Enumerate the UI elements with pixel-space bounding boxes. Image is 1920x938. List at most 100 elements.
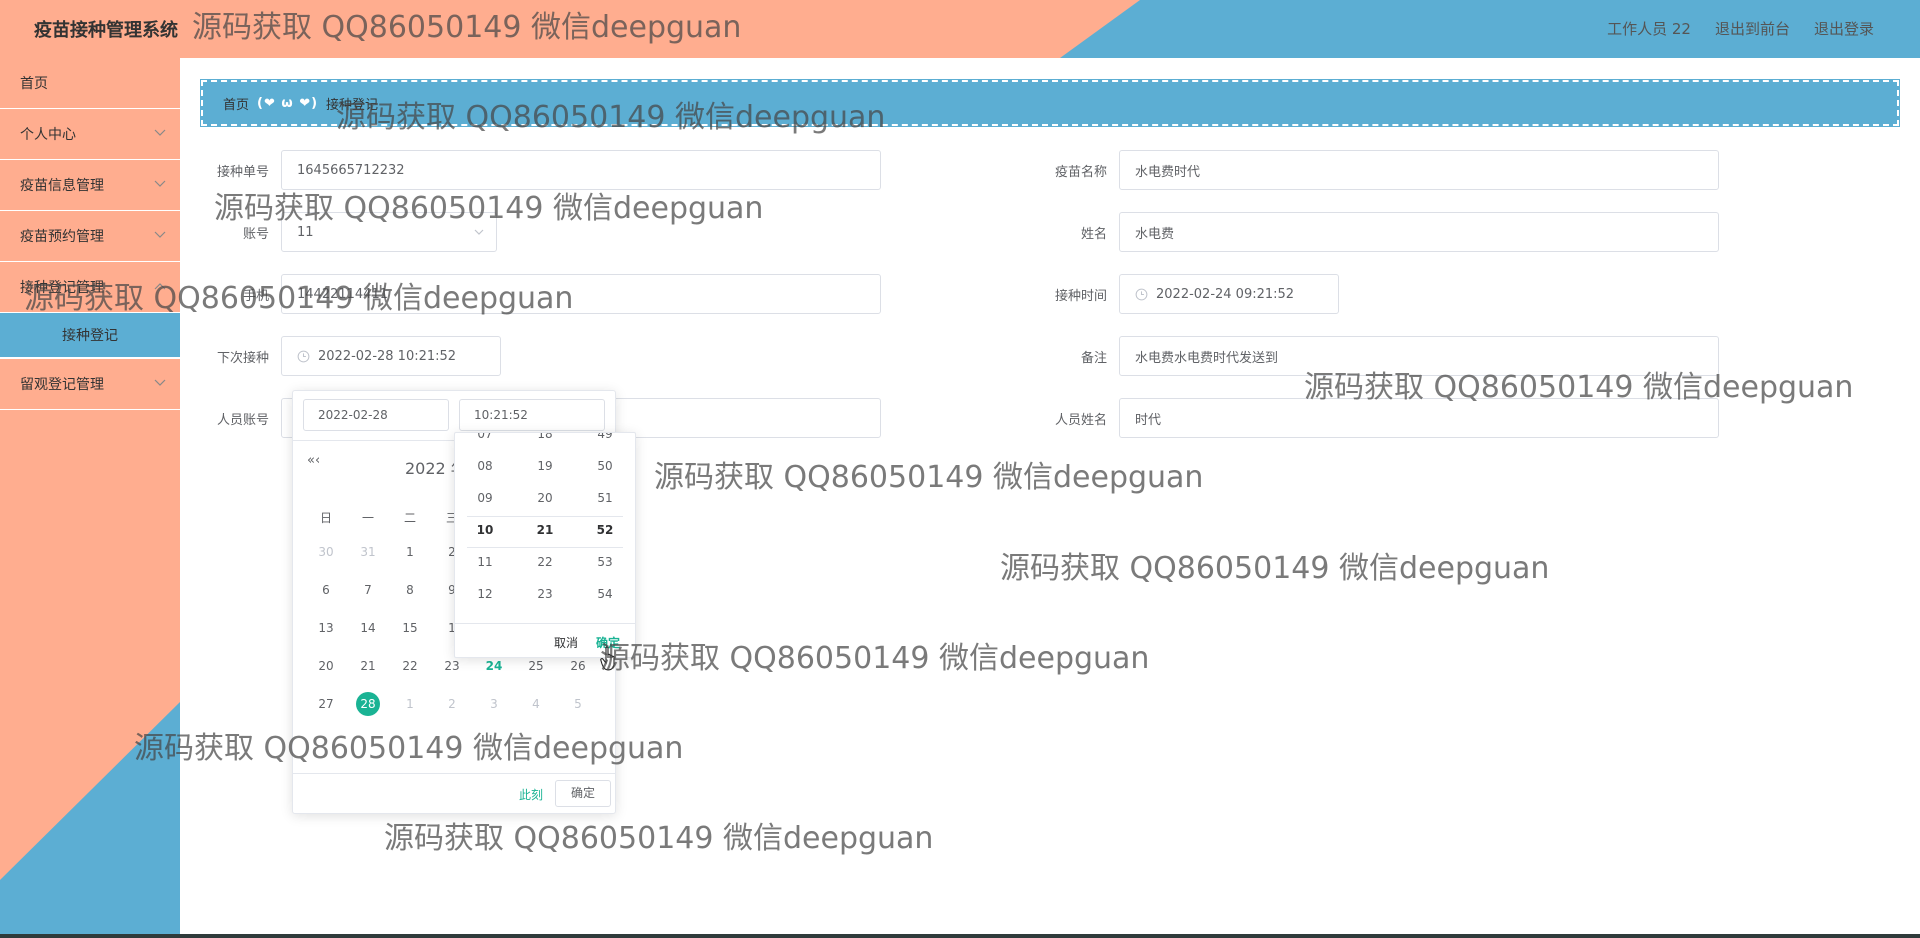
hours-column[interactable]: 07 08 09 10 11 12 [455,433,515,610]
minute-option[interactable]: 23 [515,578,575,610]
chevron-down-icon [154,129,166,136]
bottom-edge [0,934,1920,938]
calendar-day[interactable]: 31 [347,533,389,571]
breadcrumb: 首页 (❤ ω ❤) 接种登记 [200,79,1900,127]
field-value: 10:21:52 [474,408,528,422]
second-option[interactable]: 51 [575,482,635,514]
field-value: 水电费水电费时代发送到 [1135,350,1279,366]
calendar-week-row: 27 28 1 2 3 4 5 [305,685,601,723]
vaccine-name-input[interactable]: 水电费时代 [1119,150,1719,190]
hour-option-selected[interactable]: 10 [455,514,515,546]
minute-option[interactable]: 19 [515,450,575,482]
staff-name-input[interactable]: 时代 [1119,398,1719,438]
form-row-remark: 备注 水电费水电费时代发送到 [1039,336,1719,376]
minute-option[interactable]: 20 [515,482,575,514]
breadcrumb-separator: (❤ ω ❤) [257,95,319,111]
form-row-staff-name: 人员姓名 时代 [1039,398,1719,438]
next-vaccination-datetime-input[interactable]: 2022-02-28 10:21:52 [281,336,501,376]
calendar-day[interactable]: 5 [557,685,599,723]
chevron-down-icon [154,180,166,187]
time-cancel-button[interactable]: 取消 [554,634,578,651]
calendar-day[interactable]: 20 [305,647,347,685]
form-row-account: 账号 11 [201,212,497,252]
breadcrumb-home[interactable]: 首页 [223,94,249,113]
hour-option[interactable]: 07 [455,433,515,450]
chevron-down-icon [154,379,166,386]
calendar-day[interactable]: 4 [515,685,557,723]
hour-option[interactable]: 12 [455,578,515,610]
vaccination-datetime-input[interactable]: 2022-02-24 09:21:52 [1119,274,1339,314]
account-select[interactable]: 11 [281,212,497,252]
calendar-day[interactable]: 3 [473,685,515,723]
calendar-day[interactable]: 13 [305,609,347,647]
picker-confirm-button[interactable]: 确定 [555,780,611,807]
second-option-selected[interactable]: 52 [575,514,635,546]
sidebar-item-vaccination-registry[interactable]: 接种登记管理 [0,262,180,313]
prev-year-month-buttons[interactable]: «‹ [307,453,320,468]
field-label: 下次接种 [216,350,269,366]
sidebar-item-home[interactable]: 首页 [0,58,180,109]
chevron-down-icon [474,229,484,235]
minutes-column[interactable]: 18 19 20 21 22 23 [515,433,575,610]
calendar-day[interactable]: 14 [347,609,389,647]
sidebar-subitem-vaccination-register[interactable]: 接种登记 [0,313,180,359]
weekday-label: 日 [319,511,332,525]
calendar-day[interactable]: 30 [305,533,347,571]
calendar-day[interactable]: 1 [389,533,431,571]
back-to-frontend-link[interactable]: 退出到前台 [1715,18,1790,39]
second-option[interactable]: 54 [575,578,635,610]
current-user-link[interactable]: 工作人员 22 [1607,18,1691,39]
field-label: 接种时间 [1054,288,1107,304]
field-label: 手机 [242,288,269,304]
field-value: 1645665712232 [297,162,405,178]
hour-option[interactable]: 08 [455,450,515,482]
header: 疫苗接种管理系统 工作人员 22 退出到前台 退出登录 [0,0,1920,58]
second-option[interactable]: 50 [575,450,635,482]
picker-time-input[interactable]: 10:21:52 [459,399,605,431]
calendar-day-selected[interactable]: 28 [347,685,389,723]
order-no-input[interactable]: 1645665712232 [281,150,881,190]
time-spinner-panel: 07 08 09 10 11 12 18 19 20 21 22 23 49 5… [454,432,636,658]
field-label: 接种单号 [216,164,269,180]
remark-input[interactable]: 水电费水电费时代发送到 [1119,336,1719,376]
sidebar-item-label: 留观登记管理 [20,377,104,393]
calendar-day[interactable]: 6 [305,571,347,609]
second-option[interactable]: 53 [575,546,635,578]
now-button[interactable]: 此刻 [519,786,543,803]
logout-link[interactable]: 退出登录 [1814,18,1874,39]
sidebar-item-vaccine-booking[interactable]: 疫苗预约管理 [0,211,180,262]
hour-option[interactable]: 11 [455,546,515,578]
selected-day-circle: 28 [356,692,380,716]
sidebar-item-observation-registry[interactable]: 留观登记管理 [0,359,180,410]
hour-option[interactable]: 09 [455,482,515,514]
calendar-day[interactable]: 7 [347,571,389,609]
calendar-day[interactable]: 1 [389,685,431,723]
field-value: 2022-02-28 10:21:52 [318,348,457,364]
second-option[interactable]: 49 [575,433,635,450]
form-row-phone: 手机 14422114411 [201,274,881,314]
sidebar-item-label: 接种登记管理 [20,280,104,296]
minute-option-selected[interactable]: 21 [515,514,575,546]
seconds-column[interactable]: 49 50 51 52 53 54 [575,433,635,610]
weekday-label: 二 [403,511,416,525]
calendar-day[interactable]: 21 [347,647,389,685]
calendar-day[interactable]: 8 [389,571,431,609]
sidebar-item-personal-center[interactable]: 个人中心 [0,109,180,160]
name-input[interactable]: 水电费 [1119,212,1719,252]
minute-option[interactable]: 22 [515,546,575,578]
phone-input[interactable]: 14422114411 [281,274,881,314]
calendar-day[interactable]: 22 [389,647,431,685]
calendar-day[interactable]: 15 [389,609,431,647]
calendar-day[interactable]: 27 [305,685,347,723]
form-row-name: 姓名 水电费 [1039,212,1719,252]
minute-option[interactable]: 18 [515,433,575,450]
picker-date-input[interactable]: 2022-02-28 [303,399,449,431]
hand-cursor-icon [600,646,615,671]
sidebar-item-label: 首页 [20,76,48,92]
field-label: 备注 [1080,350,1107,366]
calendar-day[interactable]: 2 [431,685,473,723]
field-value: 2022-02-24 09:21:52 [1156,286,1295,302]
clock-icon [297,350,310,362]
sidebar-item-vaccine-info[interactable]: 疫苗信息管理 [0,160,180,211]
chevron-up-icon [154,283,166,290]
